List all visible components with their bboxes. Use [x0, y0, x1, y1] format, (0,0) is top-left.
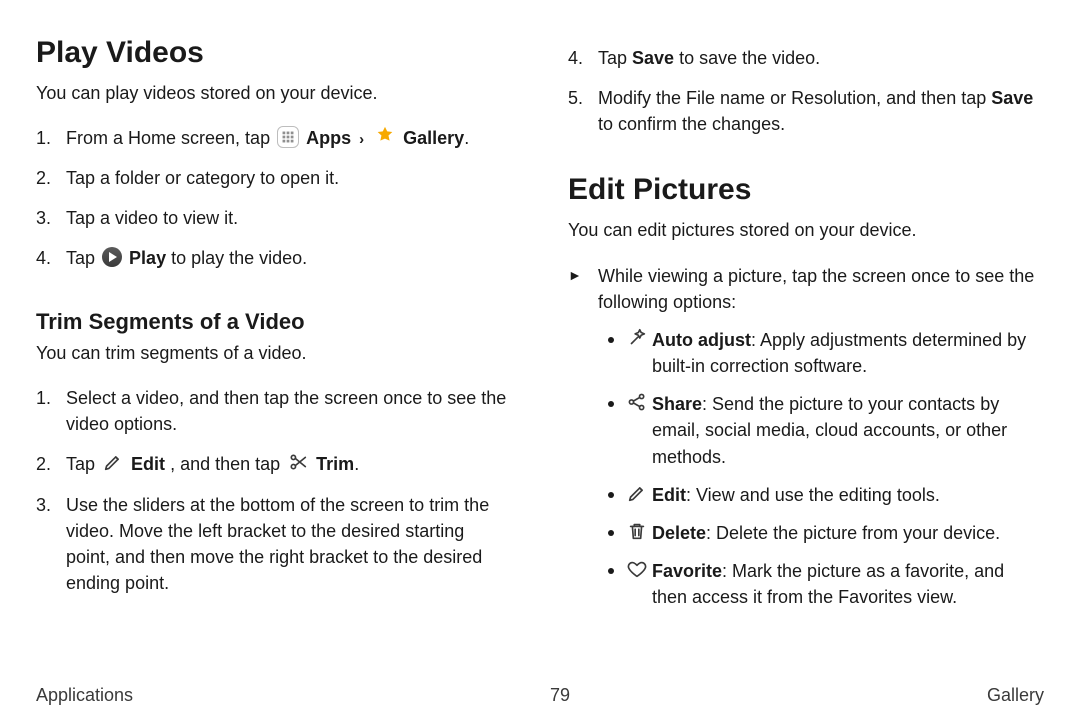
footer-page-number: 79 — [550, 685, 570, 706]
apps-label: Apps — [306, 128, 351, 148]
subsection-title-trim: Trim Segments of a Video — [36, 309, 512, 335]
section-title-edit-pictures: Edit Pictures — [568, 173, 1044, 208]
gallery-label: Gallery — [403, 128, 464, 148]
cont-step-4: Tap Save to save the video. — [568, 45, 1044, 71]
delete-label: Delete — [652, 523, 706, 543]
trim-steps: Select a video, and then tap the screen … — [36, 376, 512, 610]
step-4: Tap Play to play the video. — [36, 245, 512, 271]
two-column-layout: Play Videos You can play videos stored o… — [36, 36, 1044, 656]
edit-option-label: Edit — [652, 485, 686, 505]
auto-adjust-label: Auto adjust — [652, 330, 751, 350]
option-delete: Delete: Delete the picture from your dev… — [598, 520, 1044, 546]
footer-chapter: Gallery — [987, 685, 1044, 706]
right-column: Tap Save to save the video. Modify the F… — [560, 36, 1044, 656]
cont-step-4a: Tap — [598, 48, 632, 68]
play-label: Play — [129, 248, 166, 268]
cont-step-5: Modify the File name or Resolution, and … — [568, 85, 1044, 137]
cont-step-5a: Modify the File name or Resolution, and … — [598, 88, 991, 108]
heart-icon — [626, 558, 648, 580]
page-footer: Applications 79 Gallery — [36, 685, 1044, 706]
step-4-text-a: Tap — [66, 248, 100, 268]
trim-step-2c: . — [354, 454, 359, 474]
step-1-text-a: From a Home screen, tap — [66, 128, 275, 148]
intro-trim: You can trim segments of a video. — [36, 341, 512, 366]
step-3: Tap a video to view it. — [36, 205, 512, 231]
share-label: Share — [652, 394, 702, 414]
edit-options-list: Auto adjust: Apply adjustments determine… — [598, 327, 1044, 610]
left-column: Play Videos You can play videos stored o… — [36, 36, 520, 656]
arrow-list: While viewing a picture, tap the screen … — [568, 253, 1044, 622]
favorite-label: Favorite — [652, 561, 722, 581]
cont-step-4b: to save the video. — [674, 48, 820, 68]
trim-step-2a: Tap — [66, 454, 100, 474]
auto-adjust-icon — [626, 327, 648, 349]
edit-option-desc: : View and use the editing tools. — [686, 485, 940, 505]
save-label-1: Save — [632, 48, 674, 68]
trim-step-3: Use the sliders at the bottom of the scr… — [36, 492, 512, 596]
option-favorite: Favorite: Mark the picture as a favorite… — [598, 558, 1044, 610]
cont-step-5b: to confirm the changes. — [598, 114, 785, 134]
step-4-text-b: to play the video. — [171, 248, 307, 268]
apps-icon — [277, 126, 299, 148]
delete-desc: : Delete the picture from your device. — [706, 523, 1000, 543]
option-auto-adjust: Auto adjust: Apply adjustments determine… — [598, 327, 1044, 379]
play-icon — [102, 247, 122, 267]
scissors-icon — [287, 451, 309, 473]
continued-steps: Tap Save to save the video. Modify the F… — [568, 36, 1044, 151]
share-icon — [626, 391, 648, 413]
option-share: Share: Send the picture to your contacts… — [598, 391, 1044, 469]
step-2: Tap a folder or category to open it. — [36, 165, 512, 191]
trim-step-2: Tap Edit , and then tap Trim. — [36, 451, 512, 477]
intro-play-videos: You can play videos stored on your devic… — [36, 81, 512, 106]
breadcrumb-chevron: › — [356, 131, 367, 148]
share-desc: : Send the picture to your contacts by e… — [652, 394, 1007, 466]
gallery-icon — [374, 125, 396, 147]
step-1: From a Home screen, tap Apps › Gallery. — [36, 125, 512, 151]
edit-label: Edit — [131, 454, 165, 474]
option-edit: Edit: View and use the editing tools. — [598, 482, 1044, 508]
intro-edit-pictures: You can edit pictures stored on your dev… — [568, 218, 1044, 243]
arrow-item-1: While viewing a picture, tap the screen … — [568, 263, 1044, 610]
play-videos-steps: From a Home screen, tap Apps › Gallery. … — [36, 116, 512, 285]
trash-icon — [626, 520, 648, 542]
trim-step-1: Select a video, and then tap the screen … — [36, 385, 512, 437]
section-title-play-videos: Play Videos — [36, 36, 512, 71]
footer-section: Applications — [36, 685, 133, 706]
step-1-dot: . — [464, 128, 469, 148]
arrow-item-1-text: While viewing a picture, tap the screen … — [598, 266, 1034, 312]
save-label-2: Save — [991, 88, 1033, 108]
trim-label: Trim — [316, 454, 354, 474]
edit-icon — [626, 482, 648, 504]
trim-step-2b: , and then tap — [170, 454, 285, 474]
edit-pencil-icon — [102, 451, 124, 473]
